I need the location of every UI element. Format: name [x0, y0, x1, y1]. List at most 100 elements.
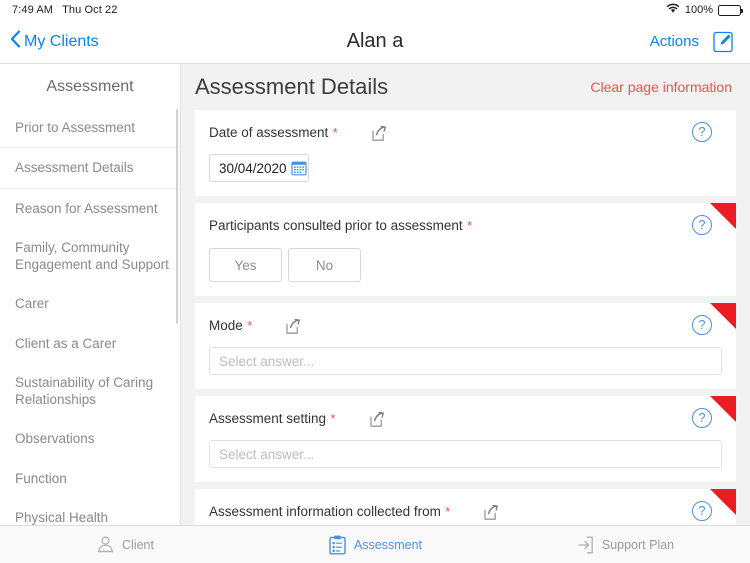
tab-label: Client — [122, 537, 154, 552]
actions-button[interactable]: Actions — [650, 33, 699, 50]
help-button[interactable]: ? — [692, 408, 712, 428]
navigation-bar-right: Actions — [650, 30, 750, 53]
bottom-tab-bar: Client Assessment Support Plan — [0, 525, 750, 563]
battery-full-icon — [718, 4, 743, 16]
question-header: Assessment information collected from * — [209, 503, 722, 521]
sidebar-item-carer[interactable]: Carer — [0, 284, 180, 323]
sidebar-title: Assessment — [46, 78, 134, 95]
status-bar-right: 100% — [666, 0, 743, 20]
content-header: Assessment Details Clear page informatio… — [181, 64, 750, 110]
app-root: 7:49 AM Thu Oct 22 100% My Clients Alan … — [0, 0, 750, 563]
tab-label: Support Plan — [601, 537, 675, 552]
sidebar-item-function[interactable]: Function — [0, 459, 180, 498]
sidebar-item-label: Client as a Carer — [15, 335, 117, 351]
sidebar-item-label: Sustainability of Caring Relationships — [15, 374, 154, 408]
question-label-wrap: Date of assessment * — [209, 124, 338, 142]
sidebar-item-reason-for-assessment[interactable]: Reason for Assessment — [0, 189, 180, 228]
assessment-setting-select[interactable]: Select answer... — [209, 440, 722, 468]
sidebar-item-sustainability-of-caring-relationships[interactable]: Sustainability of Caring Relationships — [0, 363, 180, 420]
question-card-mode: ? Mode * Select answer... — [195, 303, 736, 389]
wifi-icon — [666, 3, 680, 17]
tab-support-plan[interactable]: Support Plan — [500, 526, 750, 563]
mode-select[interactable]: Select answer... — [209, 347, 722, 375]
question-header: Participants consulted prior to assessme… — [209, 217, 722, 235]
clipboard-icon — [328, 535, 347, 555]
question-header: Mode * — [209, 317, 722, 335]
incomplete-flag-icon — [710, 489, 736, 515]
share-icon[interactable] — [482, 504, 499, 521]
question-label-wrap: Assessment information collected from * — [209, 503, 450, 521]
question-label-wrap: Assessment setting * — [209, 410, 336, 428]
sidebar-scrollbar[interactable] — [175, 109, 178, 324]
sidebar-item-label: Reason for Assessment — [15, 200, 158, 216]
question-label: Assessment information collected from — [209, 504, 441, 519]
sidebar-item-client-as-a-carer[interactable]: Client as a Carer — [0, 324, 180, 363]
navigation-bar: My Clients Alan a Actions — [0, 20, 750, 64]
share-icon[interactable] — [370, 125, 387, 142]
body-split: Assessment Prior to Assessment Assessment… — [0, 64, 750, 563]
back-button-label: My Clients — [24, 32, 99, 50]
required-marker: * — [445, 504, 451, 519]
incomplete-flag-icon — [710, 203, 736, 229]
back-button[interactable]: My Clients — [0, 30, 99, 53]
yes-no-choice-group: Yes No — [209, 248, 722, 282]
sidebar-item-label: Physical Health — [15, 509, 109, 525]
calendar-icon[interactable] — [290, 160, 307, 176]
sidebar-item-family-community-engagement-and-support[interactable]: Family, Community Engagement and Support — [0, 228, 180, 285]
required-marker: * — [467, 218, 473, 233]
sidebar-item-label: Function — [15, 470, 67, 486]
sidebar-item-observations[interactable]: Observations — [0, 419, 180, 458]
question-label: Assessment setting — [209, 411, 327, 426]
page-title-client-name: Alan a — [346, 30, 404, 52]
sidebar-item-assessment-details[interactable]: Assessment Details — [0, 147, 180, 189]
page-title: Assessment Details — [195, 74, 389, 99]
required-marker: * — [330, 411, 336, 426]
question-label-wrap: Mode * — [209, 317, 252, 335]
sidebar: Assessment Prior to Assessment Assessment… — [0, 64, 181, 563]
question-header: Assessment setting * — [209, 410, 722, 428]
status-time: 7:49 AM — [12, 4, 54, 16]
required-marker: * — [247, 318, 253, 333]
share-icon[interactable] — [368, 411, 385, 428]
battery-percent: 100% — [684, 4, 713, 16]
question-card-list: ? Date of assessment * 30/04/2020? Particip… — [181, 110, 750, 563]
share-icon[interactable] — [284, 318, 301, 335]
help-button[interactable]: ? — [692, 315, 712, 335]
help-button[interactable]: ? — [692, 122, 712, 142]
status-date: Thu Oct 22 — [62, 4, 118, 16]
sidebar-item-label: Family, Community Engagement and Support — [15, 239, 169, 273]
question-card-participants-consulted: ? Participants consulted prior to assessm… — [195, 203, 736, 296]
question-header: Date of assessment * — [209, 124, 722, 142]
date-of-assessment-input[interactable]: 30/04/2020 — [209, 154, 309, 182]
sidebar-item-label: Carer — [15, 296, 49, 312]
date-value: 30/04/2020 — [219, 160, 287, 176]
question-card-date-of-assessment: ? Date of assessment * 30/04/2020 — [195, 110, 736, 196]
yes-button[interactable]: Yes — [209, 248, 282, 282]
question-label-wrap: Participants consulted prior to assessme… — [209, 217, 472, 235]
help-button[interactable]: ? — [692, 215, 712, 235]
sidebar-item-label: Prior to Assessment — [15, 120, 136, 135]
sidebar-item-label: Assessment Details — [15, 160, 134, 176]
arrow-into-box-icon — [576, 535, 595, 555]
question-card-assessment-setting: ? Assessment setting * Select answer... — [195, 396, 736, 482]
sidebar-item-label: Observations — [15, 431, 95, 447]
compose-icon[interactable] — [713, 30, 734, 53]
question-label: Mode — [209, 318, 243, 333]
clear-page-information-link[interactable]: Clear page information — [590, 79, 732, 95]
sidebar-item-prior-to-assessment[interactable]: Prior to Assessment — [0, 108, 180, 147]
help-button[interactable]: ? — [692, 501, 712, 521]
tab-assessment[interactable]: Assessment — [250, 526, 500, 563]
tab-client[interactable]: Client — [0, 526, 250, 563]
person-icon — [96, 535, 115, 554]
no-button[interactable]: No — [288, 248, 361, 282]
status-bar: 7:49 AM Thu Oct 22 100% — [0, 0, 750, 20]
status-bar-left: 7:49 AM Thu Oct 22 — [12, 4, 117, 16]
tab-label: Assessment — [353, 537, 423, 552]
question-label: Participants consulted prior to assessme… — [209, 218, 463, 233]
incomplete-flag-icon — [710, 396, 736, 422]
chevron-left-icon — [10, 30, 21, 53]
required-marker: * — [332, 125, 338, 140]
question-label: Date of assessment — [209, 125, 329, 140]
incomplete-flag-icon — [710, 303, 736, 329]
sidebar-list: Prior to Assessment Assessment Details Rea… — [0, 106, 180, 563]
